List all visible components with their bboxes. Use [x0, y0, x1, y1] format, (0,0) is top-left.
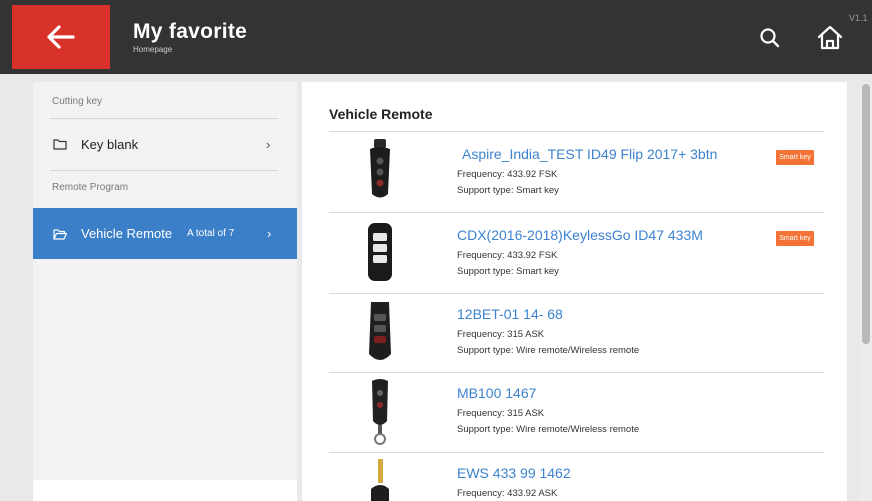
section-label-cutting-key: Cutting key: [52, 96, 103, 107]
smart-key-badge: Smart key: [776, 231, 814, 246]
chevron-right-icon: ›: [267, 226, 272, 241]
search-icon[interactable]: [758, 26, 782, 50]
sidebar-item-key-blank[interactable]: Key blank ›: [33, 124, 297, 164]
favorites-list: Vehicle Remote Aspire_India_TEST ID49 Fl…: [302, 82, 847, 501]
item-name[interactable]: MB100 1467: [457, 385, 536, 401]
home-icon[interactable]: [815, 24, 845, 52]
key-remote-image: [372, 379, 388, 445]
item-name[interactable]: CDX(2016-2018)KeylessGo ID47 433M: [457, 227, 703, 243]
flip-key-remote-image: [369, 302, 391, 360]
list-title: Vehicle Remote: [329, 106, 433, 122]
smart-key-badge: Smart key: [776, 150, 814, 165]
scrollbar-thumb[interactable]: [862, 84, 870, 344]
folder-icon: [53, 139, 67, 150]
chevron-right-icon: ›: [266, 136, 271, 152]
item-name[interactable]: Aspire_India_TEST ID49 Flip 2017+ 3btn: [462, 146, 717, 162]
sidebar-item-label: Key blank: [81, 136, 139, 152]
title-block: My favorite Homepage: [133, 20, 247, 54]
section-label-remote-program: Remote Program: [52, 182, 129, 193]
divider: [50, 118, 278, 119]
item-frequency: Frequency: 315 ASK: [457, 329, 545, 340]
sidebar-item-label: Vehicle Remote: [81, 226, 173, 241]
item-count: A total of 7: [187, 228, 235, 239]
item-name[interactable]: EWS 433 99 1462: [457, 465, 571, 481]
item-frequency: Frequency: 315 ASK: [457, 408, 545, 419]
list-item[interactable]: MB100 1467 Frequency: 315 ASK Support ty…: [329, 373, 824, 453]
item-name[interactable]: 12BET-01 14- 68: [457, 306, 563, 322]
list-item[interactable]: EWS 433 99 1462 Frequency: 433.92 ASK: [329, 453, 824, 501]
sidebar-item-vehicle-remote[interactable]: Vehicle Remote A total of 7 ›: [33, 208, 297, 259]
list-item[interactable]: 12BET-01 14- 68 Frequency: 315 ASK Suppo…: [329, 294, 824, 374]
item-support-type: Support type: Smart key: [457, 266, 559, 277]
list-item[interactable]: Aspire_India_TEST ID49 Flip 2017+ 3btn F…: [329, 132, 824, 212]
item-support-type: Support type: Smart key: [457, 185, 559, 196]
sidebar-footer: [33, 480, 297, 501]
sidebar: Cutting key Key blank › Remote Program V…: [33, 82, 297, 501]
item-frequency: Frequency: 433.92 FSK: [457, 169, 558, 180]
folder-open-icon: [53, 228, 67, 240]
page-subtitle: Homepage: [133, 45, 173, 54]
arrow-left-icon: [47, 25, 75, 49]
item-support-type: Support type: Wire remote/Wireless remot…: [457, 345, 640, 356]
smart-key-fob-image: [368, 223, 392, 281]
list-item[interactable]: CDX(2016-2018)KeylessGo ID47 433M Freque…: [329, 213, 824, 293]
version-label: V1.1: [849, 13, 868, 23]
page-title: My favorite: [133, 20, 248, 43]
item-support-type: Support type: Wire remote/Wireless remot…: [457, 424, 640, 435]
item-frequency: Frequency: 433.92 ASK: [457, 488, 558, 499]
item-frequency: Frequency: 433.92 FSK: [457, 250, 558, 261]
divider: [50, 170, 278, 171]
top-bar: My favorite Homepage V1.1: [0, 0, 872, 74]
back-button[interactable]: [12, 5, 110, 69]
flip-key-remote-image: [370, 139, 390, 198]
key-blade-image: [371, 459, 389, 501]
